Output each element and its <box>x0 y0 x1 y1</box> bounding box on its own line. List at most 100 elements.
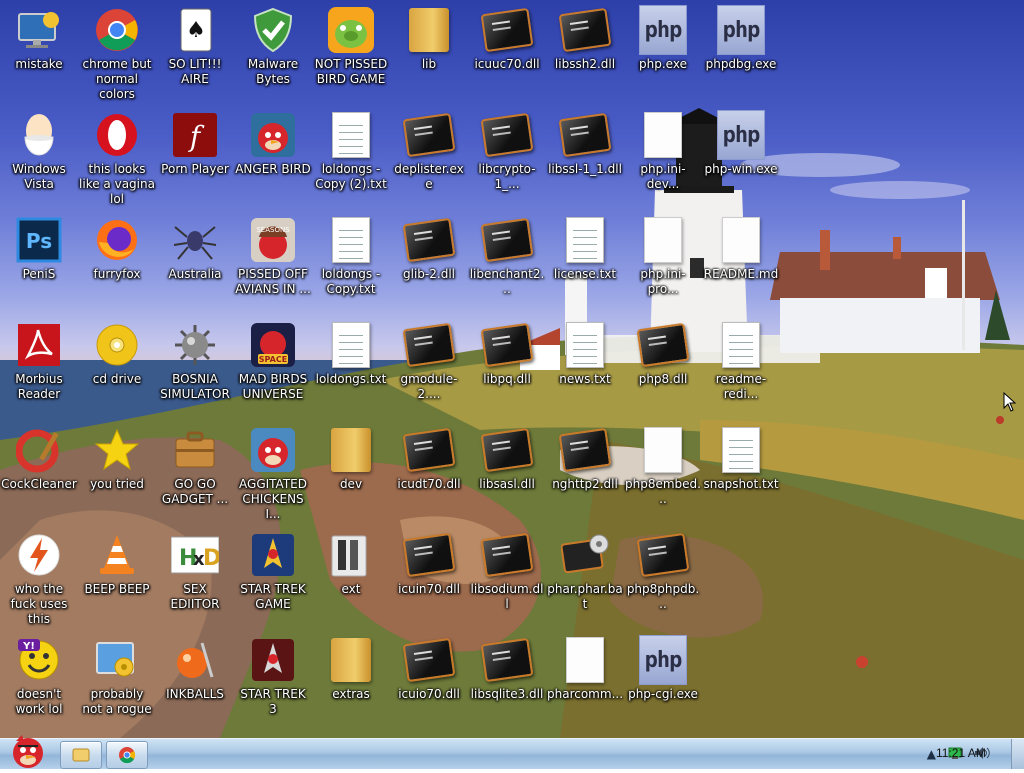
mouse-cursor-icon <box>1003 391 1017 416</box>
photoshop-icon: Ps <box>15 216 63 264</box>
desktop-icon-libssh2[interactable]: libssh2.dll <box>546 0 624 104</box>
star-icon <box>93 426 141 474</box>
desktop-icon-chrome[interactable]: chrome but normal colors <box>78 0 156 104</box>
desktop-icon-angry-birds-seasons[interactable]: SEASONS PISSED OFF AVIANS IN ... <box>234 210 312 314</box>
desktop-icon-php8embed[interactable]: php8embed... <box>624 420 702 524</box>
desktop-icon-label: libpq.dll <box>483 372 531 386</box>
desktop-icon-readme-redi[interactable]: readme-redi... <box>702 315 780 419</box>
desktop-icon-libsqlite3[interactable]: libsqlite3.dll <box>468 630 546 734</box>
desktop-icon-anger-bird[interactable]: ANGER BIRD <box>234 105 312 209</box>
desktop-icon-label: libssh2.dll <box>554 57 616 71</box>
desktop-icon-lib[interactable]: lib <box>390 0 468 104</box>
desktop-icon-probably-not-a-rogue[interactable]: probably not a rogue <box>78 630 156 734</box>
desktop-icon-label: furryfox <box>93 267 141 281</box>
desktop-icon-php-ini-pro[interactable]: php.ini-pro... <box>624 210 702 314</box>
desktop-icon-license[interactable]: license.txt <box>546 210 624 314</box>
desktop-icon-label: news.txt <box>559 372 611 386</box>
desktop-icon-pharcommand[interactable]: pharcomm... <box>546 630 624 734</box>
desktop-icon-solitaire[interactable]: ♠ SO LIT!!! AIRE <box>156 0 234 104</box>
desktop-icon-label: Windows Vista <box>12 162 66 191</box>
inkball-icon <box>171 636 219 684</box>
desktop-icon-libpq[interactable]: libpq.dll <box>468 315 546 419</box>
batch-file-icon <box>561 531 609 579</box>
desktop-icon-ext[interactable]: ext <box>312 525 390 629</box>
desktop-icon-windows-vista[interactable]: Windows Vista <box>0 105 78 209</box>
desktop-icon-inkballs[interactable]: INKBALLS <box>156 630 234 734</box>
taskbar-chrome-button[interactable] <box>106 741 148 769</box>
desktop-icon-libenchant2[interactable]: libenchant2... <box>468 210 546 314</box>
desktop-icon-loldongs-copy-2[interactable]: loldongs - Copy (2).txt <box>312 105 390 209</box>
desktop-icon-extras[interactable]: extras <box>312 630 390 734</box>
desktop-icon-nghttp2[interactable]: nghttp2.dll <box>546 420 624 524</box>
desktop-icon-php8[interactable]: php8.dll <box>624 315 702 419</box>
taskbar-explorer-button[interactable] <box>60 741 102 769</box>
desktop-icon-glib[interactable]: glib-2.dll <box>390 210 468 314</box>
desktop-icon-php-ini-dev[interactable]: php.ini-dev... <box>624 105 702 209</box>
desktop-icon-opera[interactable]: this looks like a vagina lol <box>78 105 156 209</box>
desktop-icon-deplister[interactable]: deplister.exe <box>390 105 468 209</box>
firefox-icon <box>93 216 141 264</box>
desktop-icon-phar-bat[interactable]: phar.phar.bat <box>546 525 624 629</box>
desktop-icon-mistake[interactable]: mistake <box>0 0 78 104</box>
desktop-icon-winamp[interactable]: who the fuck uses this <box>0 525 78 629</box>
desktop-icon-loldongs-copy[interactable]: loldongs - Copy.txt <box>312 210 390 314</box>
show-hidden-icons-icon[interactable]: ▲ <box>927 747 936 761</box>
desktop-icon-snapshot[interactable]: snapshot.txt <box>702 420 780 524</box>
desktop-icon-firefox[interactable]: furryfox <box>78 210 156 314</box>
desktop-icon-cd-drive[interactable]: cd drive <box>78 315 156 419</box>
desktop-icon-star-trek-game[interactable]: STAR TREK GAME <box>234 525 312 629</box>
desktop-icon-phpdbg[interactable]: php phpdbg.exe <box>702 0 780 104</box>
desktop-icon-photoshop[interactable]: Ps PeniS <box>0 210 78 314</box>
desktop-icon-bad-piggies[interactable]: NOT PISSED BIRD GAME <box>312 0 390 104</box>
taskbar-clock[interactable]: 11:21 AM <box>936 746 986 760</box>
mine-icon <box>171 321 219 369</box>
svg-text:Ps: Ps <box>26 229 52 253</box>
briefcase-icon <box>171 426 219 474</box>
desktop-icon-label: libsodium.dll <box>470 582 544 611</box>
desktop-icon-malwarebytes[interactable]: Malware Bytes <box>234 0 312 104</box>
svg-text:D: D <box>203 546 219 571</box>
blank-file-icon <box>639 426 687 474</box>
desktop-icon-vlc[interactable]: BEEP BEEP <box>78 525 156 629</box>
show-desktop-button[interactable] <box>1011 739 1024 769</box>
desktop-icon-icudt70[interactable]: icudt70.dll <box>390 420 468 524</box>
desktop-icon-dev[interactable]: dev <box>312 420 390 524</box>
desktop-icon-you-tried[interactable]: you tried <box>78 420 156 524</box>
desktop-icon-label: BEEP BEEP <box>84 582 150 596</box>
desktop-icon-mad-birds-universe[interactable]: SPACE MAD BIRDS UNIVERSE <box>234 315 312 419</box>
desktop-icon-icuuc70[interactable]: icuuc70.dll <box>468 0 546 104</box>
desktop-icon-icuio70[interactable]: icuio70.dll <box>390 630 468 734</box>
desktop-icon-php-win[interactable]: php php-win.exe <box>702 105 780 209</box>
desktop-icon-hxd[interactable]: HxD SEX EDIITOR <box>156 525 234 629</box>
desktop-icon-morbius-reader[interactable]: Morbius Reader <box>0 315 78 419</box>
desktop-icon-aggitated-chickens[interactable]: AGGITATED CHICKENS I... <box>234 420 312 524</box>
desktop-icon-star-trek-3[interactable]: STAR TREK 3 <box>234 630 312 734</box>
start-button[interactable] <box>2 731 52 769</box>
desktop-icon-php8phpdbg[interactable]: php8phpdb... <box>624 525 702 629</box>
desktop-icon-loldongs[interactable]: loldongs.txt <box>312 315 390 419</box>
desktop-icon-gmodule[interactable]: gmodule-2.... <box>390 315 468 419</box>
desktop-icon-label: libenchant2... <box>469 267 545 296</box>
blank-file-icon <box>717 216 765 264</box>
desktop-icon-readme-md[interactable]: README.md <box>702 210 780 314</box>
desktop-icon-label: icudt70.dll <box>397 477 461 491</box>
desktop-icon-label: CockCleaner <box>1 477 77 491</box>
desktop-icon-australia[interactable]: Australia <box>156 210 234 314</box>
desktop-icon-go-go-gadget[interactable]: GO GO GADGET ... <box>156 420 234 524</box>
desktop-icon-libcrypto[interactable]: libcrypto-1_... <box>468 105 546 209</box>
desktop-icon-label: SO LIT!!! AIRE <box>168 57 222 86</box>
desktop-icon-yahoo-messenger[interactable]: Y! doesn't work lol <box>0 630 78 734</box>
desktop-icon-php-cgi[interactable]: php php-cgi.exe <box>624 630 702 734</box>
desktop-icon-ccleaner[interactable]: CockCleaner <box>0 420 78 524</box>
desktop-icon-libssl[interactable]: libssl-1_1.dll <box>546 105 624 209</box>
desktop-icon-libsodium[interactable]: libsodium.dll <box>468 525 546 629</box>
desktop-icon-label: php.ini-pro... <box>640 267 686 296</box>
desktop-icon-icuin70[interactable]: icuin70.dll <box>390 525 468 629</box>
desktop-icon-php-exe[interactable]: php php.exe <box>624 0 702 104</box>
desktop-icon-bosnia-simulator[interactable]: BOSNIA SIMULATOR <box>156 315 234 419</box>
desktop-icon-news[interactable]: news.txt <box>546 315 624 419</box>
desktop-icon-porn-player[interactable]: f Porn Player <box>156 105 234 209</box>
desktop-icon-libsasl[interactable]: libsasl.dll <box>468 420 546 524</box>
desktop-icon-label: cd drive <box>92 372 142 386</box>
desktop-icon-label: ANGER BIRD <box>235 162 311 176</box>
